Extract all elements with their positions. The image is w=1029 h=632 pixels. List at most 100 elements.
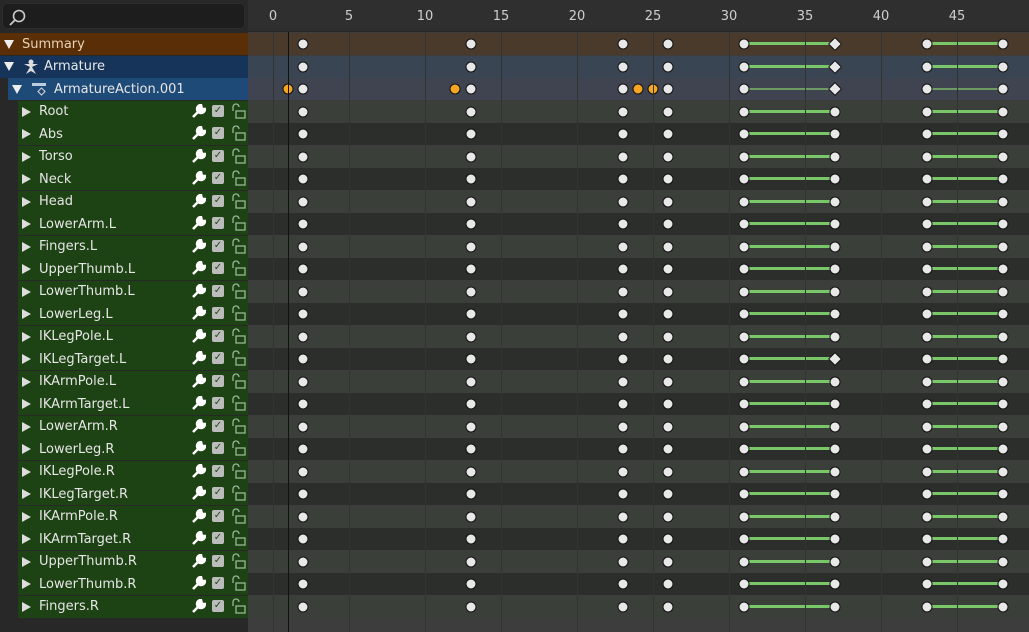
keyframe[interactable] (297, 443, 309, 455)
keyframe[interactable] (921, 173, 933, 185)
keyframe[interactable] (921, 488, 933, 500)
keyframe[interactable] (829, 151, 841, 162)
keyframe[interactable] (738, 511, 750, 522)
mute-checkbox[interactable]: ✓ (212, 464, 224, 477)
expand-toggle-icon[interactable] (22, 264, 31, 274)
keyframe[interactable] (617, 128, 629, 140)
wrench-icon[interactable] (192, 486, 206, 500)
keyframe[interactable] (829, 443, 841, 455)
channel-iklegpole-r[interactable]: IKLegPole.R ✓ (18, 460, 248, 483)
keyframe[interactable] (997, 173, 1009, 185)
keyframe[interactable] (738, 218, 750, 230)
expand-toggle-icon[interactable] (22, 241, 31, 252)
keyframe[interactable] (662, 376, 674, 387)
keyframe[interactable] (921, 556, 933, 567)
keyframe[interactable] (921, 511, 933, 522)
keyframe[interactable] (921, 308, 933, 320)
keyframe[interactable] (921, 578, 933, 590)
keyframe[interactable] (297, 286, 309, 297)
keyframe[interactable] (465, 286, 477, 297)
keyframe[interactable] (662, 263, 674, 275)
keyframe[interactable] (297, 578, 309, 590)
channel-lowerleg-r[interactable]: LowerLeg.R ✓ (18, 438, 248, 460)
unlock-icon[interactable] (230, 260, 246, 276)
keyframe[interactable] (617, 601, 629, 612)
keyframe[interactable] (465, 106, 477, 117)
keyframe[interactable] (465, 398, 477, 410)
wrench-icon[interactable] (192, 396, 206, 410)
keyframe[interactable] (829, 286, 841, 297)
keyframe[interactable] (738, 128, 750, 140)
keyframe[interactable] (997, 38, 1009, 50)
keyframe[interactable] (921, 106, 933, 117)
wrench-icon[interactable] (192, 148, 206, 163)
keyframe[interactable] (617, 443, 629, 455)
mute-checkbox[interactable]: ✓ (212, 599, 224, 612)
keyframe[interactable] (997, 398, 1009, 410)
channel-upperthumb-r[interactable]: UpperThumb.R ✓ (18, 550, 248, 573)
channel-ikarmtarget-l[interactable]: IKArmTarget.L ✓ (18, 393, 248, 415)
keyframe[interactable] (465, 61, 477, 72)
keyframe[interactable] (829, 601, 841, 612)
keyframe[interactable] (829, 331, 841, 342)
keyframe[interactable] (997, 466, 1009, 477)
keyframe[interactable] (997, 308, 1009, 320)
channel-lowerarm-r[interactable]: LowerArm.R ✓ (18, 415, 248, 438)
expand-toggle-icon[interactable] (22, 219, 31, 229)
keyframe[interactable] (297, 466, 309, 477)
keyframe[interactable] (921, 286, 933, 297)
keyframe[interactable] (738, 376, 750, 387)
keyframe[interactable] (829, 106, 841, 117)
keyframe[interactable] (738, 533, 750, 545)
keyframe[interactable] (617, 511, 629, 522)
keyframe[interactable] (829, 376, 841, 387)
keyframe[interactable] (662, 533, 674, 545)
keyframe[interactable] (829, 466, 841, 477)
keyframe[interactable] (921, 38, 933, 50)
keyframe[interactable] (297, 488, 309, 500)
channel-iklegtarget-r[interactable]: IKLegTarget.R ✓ (18, 483, 248, 505)
keyframe[interactable] (617, 61, 629, 72)
keyframe[interactable] (738, 331, 750, 342)
wrench-icon[interactable] (192, 508, 206, 523)
channel-root[interactable]: Root ✓ (18, 100, 248, 123)
mute-checkbox[interactable]: ✓ (212, 352, 224, 364)
unlock-icon[interactable] (230, 305, 246, 321)
channel-lowerarm-l[interactable]: LowerArm.L ✓ (18, 213, 248, 235)
expand-toggle-icon[interactable] (22, 489, 31, 499)
unlock-icon[interactable] (230, 552, 246, 569)
keyframe[interactable] (738, 466, 750, 477)
keyframe[interactable] (997, 331, 1009, 342)
keyframe[interactable] (921, 83, 933, 95)
keyframe[interactable] (997, 511, 1009, 522)
keyframe[interactable] (997, 353, 1009, 365)
wrench-icon[interactable] (192, 238, 206, 253)
keyframe[interactable] (297, 106, 309, 117)
keyframe[interactable] (465, 196, 477, 207)
expand-toggle-icon[interactable] (22, 286, 31, 297)
keyframe[interactable] (297, 556, 309, 567)
wrench-icon[interactable] (192, 261, 206, 275)
search-input[interactable] (2, 3, 245, 29)
keyframe[interactable] (997, 533, 1009, 545)
keyframe[interactable] (738, 173, 750, 185)
expand-toggle-icon[interactable] (22, 309, 31, 319)
unlock-icon[interactable] (230, 282, 246, 299)
unlock-icon[interactable] (230, 462, 246, 479)
keyframe[interactable] (617, 241, 629, 252)
keyframe[interactable] (921, 61, 933, 72)
keyframe[interactable] (738, 443, 750, 455)
dopesheet-timeline[interactable]: 0 5 10 15 20 25 30 35 40 45 (248, 0, 1029, 632)
keyframe[interactable] (829, 533, 841, 545)
mute-checkbox[interactable]: ✓ (212, 419, 224, 432)
channel-ikarmtarget-r[interactable]: IKArmTarget.R ✓ (18, 528, 248, 550)
keyframe[interactable] (997, 376, 1009, 387)
unlock-icon[interactable] (230, 485, 246, 501)
wrench-icon[interactable] (192, 463, 206, 478)
mute-checkbox[interactable]: ✓ (212, 577, 224, 589)
keyframe[interactable] (465, 151, 477, 162)
keyframe[interactable] (617, 218, 629, 230)
keyframe[interactable] (921, 196, 933, 207)
channel-iklegpole-l[interactable]: IKLegPole.L ✓ (18, 325, 248, 348)
keyframe[interactable] (662, 353, 674, 365)
